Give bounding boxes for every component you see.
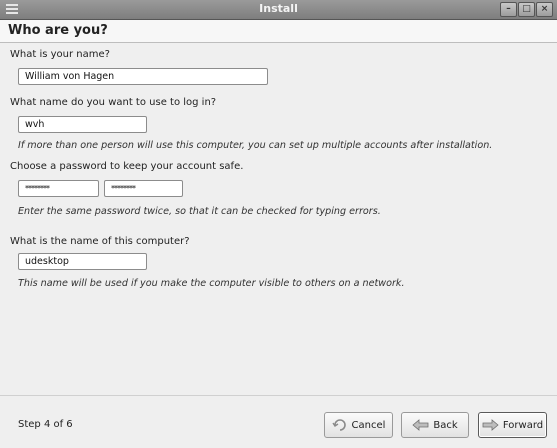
minimize-icon[interactable]: – [500,2,517,17]
username-field[interactable]: wvh [18,116,147,133]
cancel-button[interactable]: Cancel [324,412,393,438]
password-hint: Enter the same password twice, so that i… [18,206,381,217]
password-confirm-field[interactable]: ******** [104,180,183,197]
login-label: What name do you want to use to log in? [10,97,217,108]
full-name-field[interactable]: William von Hagen [18,68,268,85]
back-button[interactable]: Back [401,412,469,438]
back-arrow-icon [412,419,429,431]
cancel-icon [331,418,348,432]
password-label: Choose a password to keep your account s… [10,161,244,172]
computer-name-hint: This name will be used if you make the c… [18,278,405,289]
computer-name-field[interactable]: udesktop [18,253,147,270]
cancel-label: Cancel [351,419,386,431]
computer-name-label: What is the name of this computer? [10,236,190,247]
window-titlebar[interactable]: Install – □ × [0,0,557,20]
footer-divider [0,395,557,396]
forward-arrow-icon [482,419,499,431]
page-header: Who are you? [0,20,557,43]
step-indicator: Step 4 of 6 [18,419,73,430]
login-hint: If more than one person will use this co… [18,140,493,151]
name-label: What is your name? [10,49,110,60]
close-icon[interactable]: × [536,2,553,17]
back-label: Back [433,419,458,431]
maximize-icon[interactable]: □ [518,2,535,17]
forward-label: Forward [502,419,544,431]
forward-button[interactable]: Forward [478,412,547,438]
page-title: Who are you? [8,23,108,38]
window-title: Install [259,2,298,15]
password-field[interactable]: ******** [18,180,99,197]
